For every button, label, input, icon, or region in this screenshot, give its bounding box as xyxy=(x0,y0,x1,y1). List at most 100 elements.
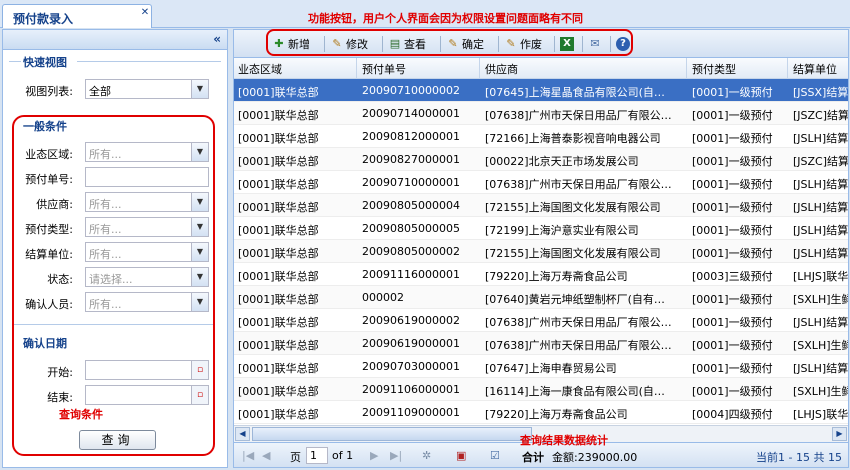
table-cell: 20090714000001 xyxy=(362,107,460,120)
table-cell: [0001]联华总部 xyxy=(238,86,319,99)
first-page-icon[interactable]: |◀ xyxy=(242,449,254,462)
table-cell: [JSLH]结算 xyxy=(793,178,848,191)
checklist-icon[interactable]: ☑ xyxy=(490,449,500,462)
table-cell: [0001]一级预付 xyxy=(692,109,773,122)
scroll-thumb[interactable] xyxy=(252,427,532,441)
page-label: 页 xyxy=(290,451,301,464)
table-cell: [0001]一级预付 xyxy=(692,201,773,214)
table-cell: [07638]广州市天保日用品厂有限公… xyxy=(485,109,672,122)
table-row[interactable]: [0001]联华总部 20090619000001 [07638]广州市天保日用品厂… xyxy=(234,332,848,355)
refresh-icon[interactable]: ✲ xyxy=(422,449,431,462)
table-cell: [79220]上海万寿斋食品公司 xyxy=(485,270,628,283)
table-row[interactable]: [0001]联华总部 20090805000002 [72155]上海国图文化发展有… xyxy=(234,240,848,263)
table-cell: 20090812000001 xyxy=(362,130,460,143)
table-row[interactable]: [0001]联华总部 20090703000001 [07647]上海申春贸易公司 [… xyxy=(234,355,848,378)
table-cell: [16114]上海一康食品有限公司(自… xyxy=(485,385,665,398)
table-cell: [0001]联华总部 xyxy=(238,362,319,375)
table-row[interactable]: [0001]联华总部 20091109000001 [79220]上海万寿斋食品公司… xyxy=(234,401,848,424)
view-list-value: 全部 xyxy=(89,85,111,98)
table-row[interactable]: [0001]联华总部 20091116000001 [79220]上海万寿斋食品公司… xyxy=(234,263,848,286)
collapse-icon[interactable]: « xyxy=(213,32,221,46)
table-cell: [0001]一级预付 xyxy=(692,224,773,237)
table-cell: [0004]四级预付 xyxy=(692,408,773,421)
table-cell: 20090805000002 xyxy=(362,245,460,258)
chevron-down-icon[interactable]: ▼ xyxy=(191,80,208,98)
view-list-select[interactable]: 全部 ▼ xyxy=(85,79,209,99)
table-cell: [0001]一级预付 xyxy=(692,385,773,398)
table-cell: [JSLH]结算 xyxy=(793,362,848,375)
prev-page-icon[interactable]: ◀ xyxy=(262,449,270,462)
column-header[interactable]: 预付类型 xyxy=(692,61,736,77)
page-number-input[interactable]: 1 xyxy=(306,447,328,464)
table-cell: [JSLH]结算 xyxy=(793,132,848,145)
table-cell: [07645]上海星晶食品有限公司(自… xyxy=(485,86,665,99)
divider xyxy=(77,61,221,62)
query-panel: « 快速视图 视图列表: 全部 ▼ 一般条件 业态区域: 所有... ▼ 预付单… xyxy=(2,29,228,468)
table-cell: [JSSX]结算 xyxy=(793,86,848,99)
column-divider[interactable] xyxy=(479,58,480,79)
table-row[interactable]: [0001]联华总部 20091106000001 [16114]上海一康食品有限公… xyxy=(234,378,848,401)
table-cell: [0001]一级预付 xyxy=(692,155,773,168)
table-cell: [72166]上海普泰影视音响电器公司 xyxy=(485,132,661,145)
close-icon[interactable]: ✕ xyxy=(139,7,151,19)
table-cell: [0001]联华总部 xyxy=(238,408,319,421)
table-cell: [SXLH]生鲜 xyxy=(793,293,848,306)
column-header[interactable]: 结算单位 xyxy=(793,61,837,77)
table-row[interactable]: [0001]联华总部 20090714000001 [07638]广州市天保日用品厂… xyxy=(234,102,848,125)
table-cell: [JSZC]结算 xyxy=(793,109,848,122)
result-panel: ✚ 新增 ✎ 修改 ▤ 查看 ✎ 确定 ✎ 作废 X ✉ ? 业态区域 预付单号… xyxy=(233,29,849,468)
column-header[interactable]: 业态区域 xyxy=(238,61,282,77)
table-cell: [0001]联华总部 xyxy=(238,293,319,306)
tab-label: 预付款录入 xyxy=(13,12,74,26)
table-cell: [JSLH]结算 xyxy=(793,247,848,260)
table-cell: 000002 xyxy=(362,291,404,304)
table-row[interactable]: [0001]联华总部 20090710000001 [07638]广州市天保日用品厂… xyxy=(234,171,848,194)
paging-status: 当前1 - 15 共 15 xyxy=(756,451,842,464)
scroll-left-icon[interactable]: ◀ xyxy=(235,427,250,441)
scroll-right-icon[interactable]: ▶ xyxy=(832,427,847,441)
table-cell: [07647]上海申春贸易公司 xyxy=(485,362,617,375)
next-page-icon[interactable]: ▶ xyxy=(370,449,378,462)
table-cell: 20090710000002 xyxy=(362,84,460,97)
table-cell: [0001]一级预付 xyxy=(692,247,773,260)
table-cell: 20091109000001 xyxy=(362,406,460,419)
column-divider[interactable] xyxy=(787,58,788,79)
table-cell: [JSLH]结算 xyxy=(793,316,848,329)
table-row[interactable]: [0001]联华总部 000002 [07640]黄岩元坤纸塑制杯厂(自有… [000… xyxy=(234,286,848,309)
table-cell: [0001]联华总部 xyxy=(238,385,319,398)
table-row[interactable]: [0001]联华总部 20090805000004 [72155]上海国图文化发展有… xyxy=(234,194,848,217)
table-cell: 20091116000001 xyxy=(362,268,460,281)
divider xyxy=(9,61,21,62)
table-cell: [0001]一级预付 xyxy=(692,86,773,99)
table-cell: [0001]一级预付 xyxy=(692,316,773,329)
quick-view-title: 快速视图 xyxy=(23,56,67,69)
column-header[interactable]: 供应商 xyxy=(485,61,518,77)
table-cell: [0001]一级预付 xyxy=(692,132,773,145)
table-cell: 20090619000002 xyxy=(362,314,460,327)
table-cell: [0001]联华总部 xyxy=(238,316,319,329)
last-page-icon[interactable]: ▶| xyxy=(390,449,402,462)
column-divider[interactable] xyxy=(356,58,357,79)
query-button[interactable]: 查询 xyxy=(79,430,156,450)
table-cell: [0001]一级预付 xyxy=(692,339,773,352)
table-row[interactable]: [0001]联华总部 20090812000001 [72166]上海普泰影视音响电… xyxy=(234,125,848,148)
table-cell: [07638]广州市天保日用品厂有限公… xyxy=(485,339,672,352)
table-row[interactable]: [0001]联华总部 20090805000005 [72199]上海沪意实业有限公… xyxy=(234,217,848,240)
table-cell: [0001]联华总部 xyxy=(238,132,319,145)
table-cell: [0001]联华总部 xyxy=(238,270,319,283)
print-icon[interactable]: ▣ xyxy=(456,449,466,462)
table-cell: [0001]联华总部 xyxy=(238,247,319,260)
table-cell: [0001]一级预付 xyxy=(692,293,773,306)
table-cell: [72155]上海国图文化发展有限公司 xyxy=(485,201,661,214)
column-divider[interactable] xyxy=(686,58,687,79)
table-row[interactable]: [0001]联华总部 20090710000002 [07645]上海星晶食品有限公… xyxy=(234,79,848,102)
toolbar-note: 功能按钮，用户个人界面会因为权限设置问题面略有不同 xyxy=(308,12,583,25)
table-cell: [LHJS]联华 xyxy=(793,270,848,283)
table-row[interactable]: [0001]联华总部 20090827000001 [00022]北京天正市场发展公… xyxy=(234,148,848,171)
grid-body: [0001]联华总部 20090710000002 [07645]上海星晶食品有限公… xyxy=(234,79,848,425)
table-row[interactable]: [0001]联华总部 20090619000002 [07638]广州市天保日用品厂… xyxy=(234,309,848,332)
table-cell: [0001]联华总部 xyxy=(238,201,319,214)
grid-header: 业态区域 预付单号 供应商 预付类型 结算单位 xyxy=(234,58,848,79)
tab-prepayment-entry[interactable]: 预付款录入 ✕ xyxy=(2,4,152,28)
column-header[interactable]: 预付单号 xyxy=(362,61,406,77)
